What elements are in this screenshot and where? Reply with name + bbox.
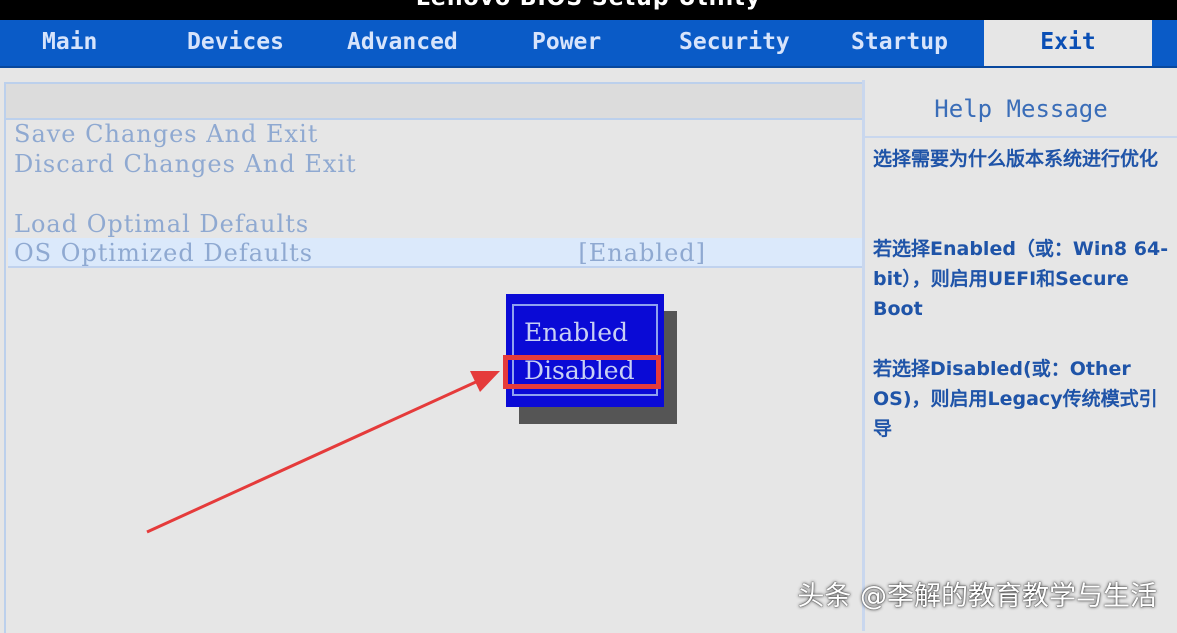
annotation-arrow-icon [146, 371, 500, 534]
watermark: 头条 @李解的教育教学与生活 [797, 581, 1157, 612]
